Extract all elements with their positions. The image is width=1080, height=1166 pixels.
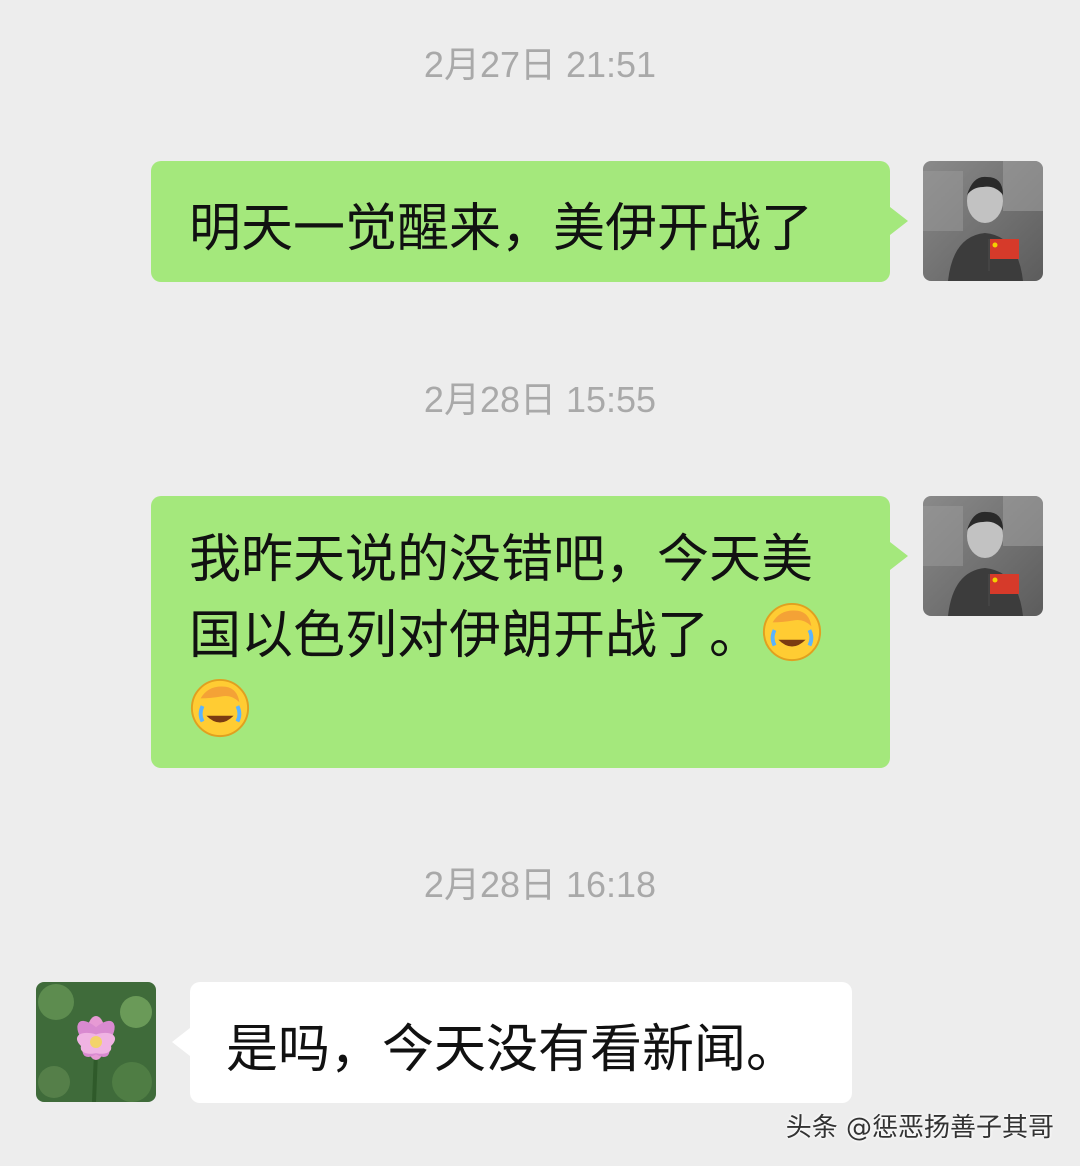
message-bubble-received[interactable]: 是吗，今天没有看新闻。 [172,982,852,1103]
message-timestamp: 2月28日 15:55 [423,379,657,420]
message-text-line [189,674,852,750]
watermark: 头条 @惩恶扬善子其哥 [785,1113,1054,1143]
message-text: 是吗，今天没有看新闻。 [226,1020,799,1080]
avatar-self[interactable] [923,161,1043,281]
bubble-tail [890,207,908,235]
bubble-tail [172,1028,190,1056]
message-bubble-sent[interactable]: 我昨天说的没错吧，今天美 国以色列对伊朗开战了。 [151,496,908,768]
lotus-flower-icon [36,982,156,1102]
message-text: 国以色列对伊朗开战了。 [189,606,762,666]
face-palm-emoji-icon [762,602,822,662]
message-timestamp: 2月27日 21:51 [423,44,657,85]
message-bubble-sent[interactable]: 明天一觉醒来，美伊开战了 [151,161,908,282]
man-photo-icon [923,161,1043,281]
avatar-self[interactable] [923,496,1043,616]
message-text-line: 国以色列对伊朗开战了。 [189,598,852,674]
message-text: 明天一觉醒来，美伊开战了 [189,199,814,259]
message-text-line: 我昨天说的没错吧，今天美 [189,530,814,590]
face-palm-emoji-icon [190,678,250,738]
man-photo-icon [923,496,1043,616]
bubble-tail [890,542,908,570]
message-timestamp: 2月28日 16:18 [423,864,657,905]
avatar-other[interactable] [36,982,156,1102]
